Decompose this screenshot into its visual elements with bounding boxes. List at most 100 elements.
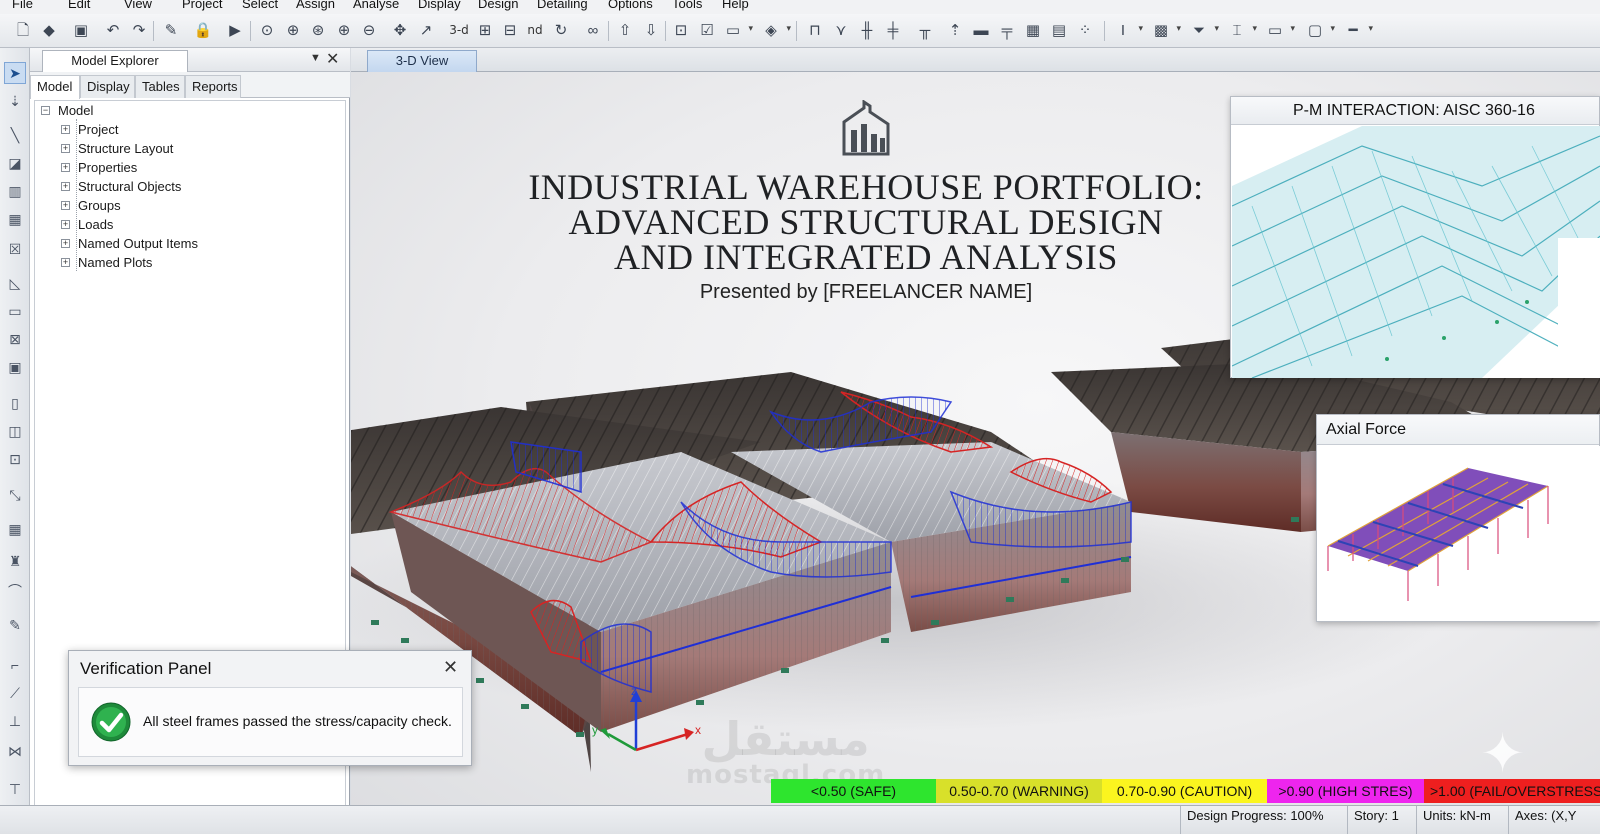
section-icon[interactable]: ⌶ [1226, 19, 1257, 41]
expand-icon[interactable]: + [61, 239, 70, 248]
extrude-icon[interactable]: ▢ [1304, 19, 1335, 41]
zoom-window-icon[interactable]: ⊙ [256, 19, 278, 41]
save-icon[interactable]: ▣ [70, 19, 92, 41]
zoom-previous-icon[interactable]: ⊛ [307, 19, 329, 41]
filter-icon[interactable]: ⏷ [1188, 19, 1219, 41]
draw-point-icon[interactable]: ⁘ [1074, 19, 1096, 41]
axes-status[interactable]: Axes: (X,Y [1508, 806, 1582, 834]
tab-3d-view[interactable]: 3-D View [367, 50, 477, 72]
draw-column-vertical-icon[interactable]: ▥ [4, 180, 26, 202]
nd-view-button[interactable]: nd [524, 19, 546, 41]
verification-panel[interactable]: Verification Panel ✕ All steel frames pa… [68, 650, 472, 766]
draw-wall-icon[interactable]: ⇡ [944, 19, 966, 41]
check-icon[interactable]: ☑ [696, 19, 718, 41]
rubber-band-icon[interactable]: ↗ [415, 19, 437, 41]
explorer-title[interactable]: Model Explorer [42, 50, 188, 72]
zoom-in-step-icon[interactable]: ⊕ [333, 19, 355, 41]
elevation-view-icon[interactable]: ⊟ [499, 19, 521, 41]
draw-tendon-icon[interactable]: ⋈ [4, 740, 26, 762]
draw-footing-icon[interactable]: ⊥ [4, 710, 26, 732]
expand-icon[interactable]: + [61, 258, 70, 267]
draw-area-icon[interactable]: ╤ [996, 19, 1018, 41]
set-display-icon[interactable]: ▩ [1150, 19, 1181, 41]
pin-dropdown-icon[interactable]: ▼ [310, 52, 321, 64]
draw-spring-icon[interactable]: ⤡ [4, 484, 26, 506]
draw-opening-icon[interactable]: ▤ [1048, 19, 1070, 41]
draw-measure-icon[interactable]: ⌒ [4, 580, 26, 602]
draw-text-icon[interactable]: ✎ [4, 614, 26, 636]
text-style-icon[interactable]: I [1112, 19, 1143, 41]
draw-quad-icon[interactable]: ⊠ [4, 328, 26, 350]
close-icon[interactable]: ✕ [326, 49, 339, 69]
expand-icon[interactable]: + [61, 220, 70, 229]
menu-select[interactable]: Select [242, 0, 278, 11]
draw-beams-icon[interactable]: ╫ [856, 19, 878, 41]
menu-help[interactable]: Help [722, 0, 749, 11]
display-options-icon[interactable]: ▭ [722, 19, 753, 41]
draw-brace-vertical-icon[interactable]: ☒ [4, 238, 26, 260]
menu-detailing[interactable]: Detailing [537, 0, 588, 11]
3d-view-button[interactable]: 3-d [448, 19, 470, 41]
draw-wall-vertical-icon[interactable]: ▯ [4, 392, 26, 414]
draw-grid-icon[interactable]: ▦ [4, 208, 26, 230]
draw-developed-elevation-icon[interactable]: ⊤ [4, 778, 26, 800]
menu-view[interactable]: View [124, 0, 152, 11]
menu-design[interactable]: Design [478, 0, 518, 11]
expand-icon[interactable]: + [61, 125, 70, 134]
draw-rect-area-icon[interactable]: ▭ [4, 300, 26, 322]
menu-assign[interactable]: Assign [296, 0, 335, 11]
tab-tables[interactable]: Tables [135, 75, 185, 98]
tab-display[interactable]: Display [80, 75, 135, 98]
draw-table-icon[interactable]: ▦ [4, 518, 26, 540]
move-down-icon[interactable]: ⇩ [640, 19, 662, 41]
tab-model[interactable]: Model [30, 75, 80, 99]
new-file-icon[interactable]: 🗋 [12, 19, 34, 41]
undo-icon[interactable]: ↶ [102, 19, 124, 41]
draw-opening-vertical-icon[interactable]: ◫ [4, 420, 26, 442]
rotate-icon[interactable]: ↻ [550, 19, 572, 41]
lock-icon[interactable]: 🔒 [192, 19, 214, 41]
run-analysis-icon[interactable]: ▶ [224, 19, 246, 41]
perspective-icon[interactable]: ∞ [582, 19, 604, 41]
quick-draw-icon[interactable]: ╪ [882, 19, 904, 41]
draw-floor-icon[interactable]: ▬ [970, 19, 992, 41]
grid-icon[interactable]: ▭ [1264, 19, 1295, 41]
expand-icon[interactable]: + [61, 201, 70, 210]
zoom-out-step-icon[interactable]: ⊖ [358, 19, 380, 41]
draw-frame-icon[interactable]: ⊓ [804, 19, 826, 41]
story-status[interactable]: Story: 1 [1347, 806, 1405, 834]
pan-icon[interactable]: ✥ [389, 19, 411, 41]
draw-dimension-icon[interactable]: ♜ [4, 550, 26, 572]
menu-tools[interactable]: Tools [672, 0, 702, 11]
draw-section-icon[interactable]: ◪ [4, 152, 26, 174]
close-icon[interactable]: ✕ [443, 657, 458, 678]
select-objects-icon[interactable]: ⊡ [670, 19, 692, 41]
tab-reports[interactable]: Reports [185, 75, 241, 98]
menu-analyse[interactable]: Analyse [353, 0, 399, 11]
plan-view-icon[interactable]: ⊞ [474, 19, 496, 41]
line-style-icon[interactable]: ━ [1342, 19, 1373, 41]
pm-interaction-panel[interactable]: P-M INTERACTION: AISC 360-16 [1230, 96, 1600, 378]
collapse-icon[interactable]: − [41, 106, 50, 115]
draw-link-icon[interactable]: ▦ [1022, 19, 1044, 41]
edit-pencil-icon[interactable]: ✎ [160, 19, 182, 41]
draw-line-icon[interactable]: ╲ [4, 124, 26, 146]
menu-project[interactable]: Project [182, 0, 222, 11]
shading-icon[interactable]: ◈ [760, 19, 791, 41]
draw-ramp-icon[interactable]: ⟋ [4, 682, 26, 704]
move-up-icon[interactable]: ⇧ [614, 19, 636, 41]
menu-options[interactable]: Options [608, 0, 653, 11]
units-status[interactable]: Units: kN-m [1416, 806, 1497, 834]
expand-icon[interactable]: + [61, 163, 70, 172]
expand-icon[interactable]: + [61, 144, 70, 153]
menu-display[interactable]: Display [418, 0, 461, 11]
zoom-in-icon[interactable]: ⊕ [282, 19, 304, 41]
draw-poly-area-icon[interactable]: ◺ [4, 272, 26, 294]
axial-force-panel[interactable]: Axial Force [1316, 414, 1600, 622]
reshape-icon[interactable]: ⇣ [4, 90, 26, 112]
draw-stair-icon[interactable]: ⌐ [4, 654, 26, 676]
menu-file[interactable]: File [12, 0, 33, 11]
pointer-icon[interactable]: ➤ [4, 62, 26, 84]
draw-brace-icon[interactable]: ⋎ [830, 19, 852, 41]
expand-icon[interactable]: + [61, 182, 70, 191]
